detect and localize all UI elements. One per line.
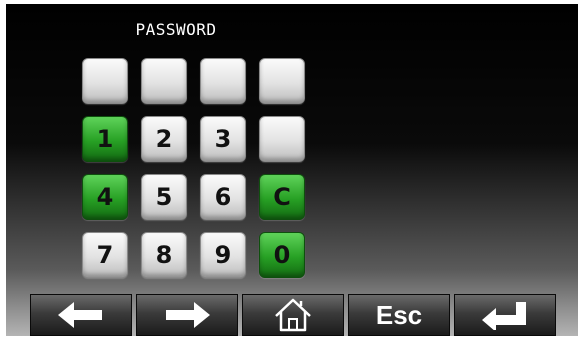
esc-button[interactable]: Esc bbox=[348, 294, 450, 336]
key-blank-3[interactable] bbox=[200, 58, 246, 104]
arrow-left-icon bbox=[58, 302, 104, 328]
arrow-right-icon bbox=[164, 302, 210, 328]
enter-icon bbox=[482, 300, 528, 330]
esc-label: Esc bbox=[375, 299, 423, 330]
key-blank-1[interactable] bbox=[82, 58, 128, 104]
key-clear[interactable]: C bbox=[259, 174, 305, 220]
key-6[interactable]: 6 bbox=[200, 174, 246, 220]
key-blank-2[interactable] bbox=[141, 58, 187, 104]
key-3[interactable]: 3 bbox=[200, 116, 246, 162]
screen: PASSWORD 1 2 3 4 5 6 C 7 8 9 0 Esc bbox=[6, 4, 578, 336]
bottom-nav-bar: Esc bbox=[6, 294, 578, 336]
key-8[interactable]: 8 bbox=[141, 232, 187, 278]
key-0[interactable]: 0 bbox=[259, 232, 305, 278]
key-5[interactable]: 5 bbox=[141, 174, 187, 220]
enter-button[interactable] bbox=[454, 294, 556, 336]
key-7[interactable]: 7 bbox=[82, 232, 128, 278]
key-1[interactable]: 1 bbox=[82, 116, 128, 162]
key-blank-4[interactable] bbox=[259, 58, 305, 104]
key-2[interactable]: 2 bbox=[141, 116, 187, 162]
page-title: PASSWORD bbox=[135, 20, 217, 39]
key-4[interactable]: 4 bbox=[82, 174, 128, 220]
key-9[interactable]: 9 bbox=[200, 232, 246, 278]
home-icon bbox=[273, 297, 313, 333]
home-button[interactable] bbox=[242, 294, 344, 336]
forward-button[interactable] bbox=[136, 294, 238, 336]
key-blank-5[interactable] bbox=[259, 116, 305, 162]
back-button[interactable] bbox=[30, 294, 132, 336]
